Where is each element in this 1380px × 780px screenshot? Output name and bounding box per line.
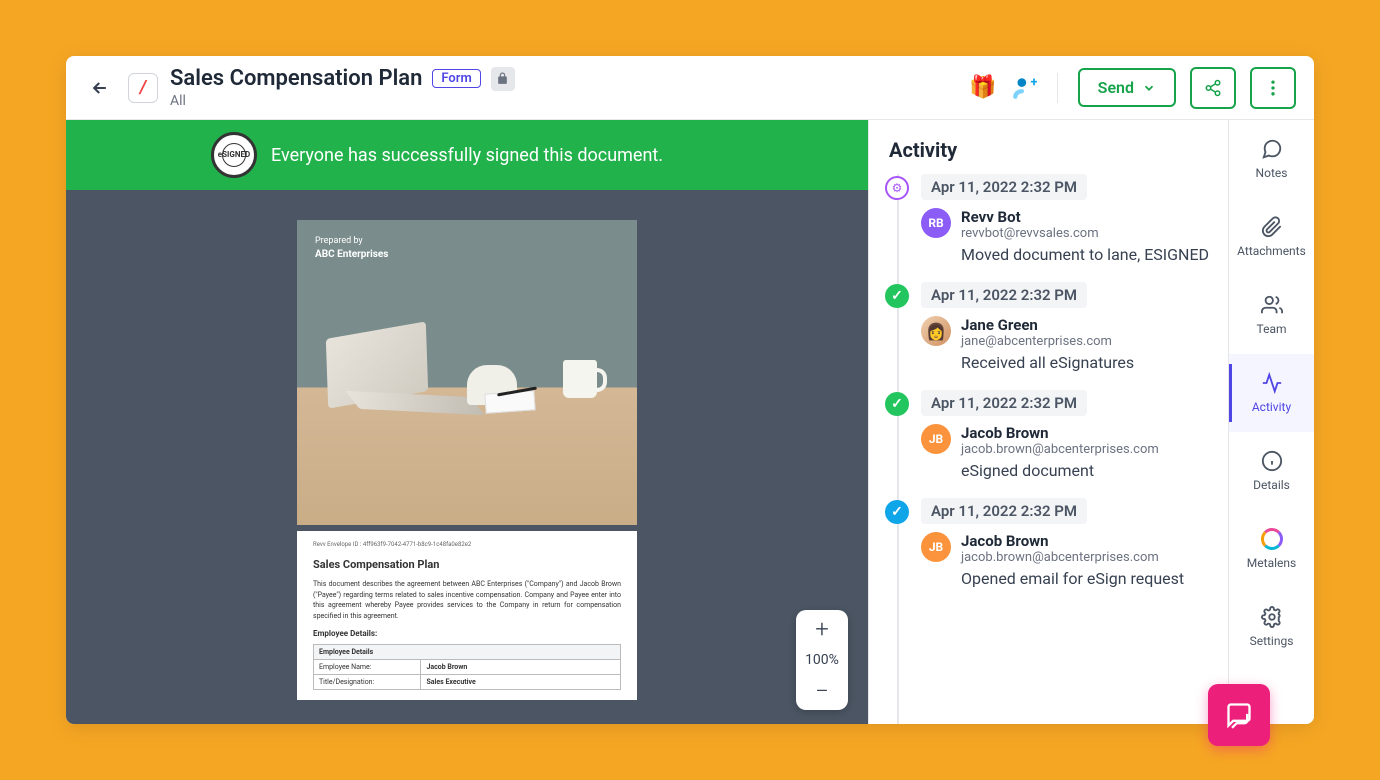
- event-user-email: jane@abcenterprises.com: [961, 334, 1214, 349]
- rail-label: Attachments: [1237, 244, 1306, 258]
- document-area: eSIGNED Everyone has successfully signed…: [66, 120, 868, 724]
- event-user-email: jacob.brown@abcenterprises.com: [961, 442, 1214, 457]
- header-right: 🎁 + Send: [969, 67, 1296, 109]
- title-group: Sales Compensation Plan Form All: [170, 66, 957, 109]
- envelope-id: Revv Envelope ID : 4ff963f9-7042-4771-b8…: [313, 541, 621, 548]
- right-rail: Notes Attachments Team Activity: [1228, 120, 1314, 724]
- add-user-icon[interactable]: +: [1011, 75, 1037, 101]
- rail-label: Activity: [1252, 400, 1291, 414]
- laptop-illustration: [327, 330, 467, 420]
- chat-button[interactable]: [1208, 684, 1270, 724]
- event-time: Apr 11, 2022 2:32 PM: [921, 390, 1087, 416]
- employee-table: Employee Details Employee Name: Jacob Br…: [313, 644, 621, 690]
- app-logo: /: [128, 73, 158, 103]
- info-icon: [1261, 450, 1283, 472]
- employee-details-label: Employee Details:: [313, 629, 621, 638]
- event-description: Opened email for eSign request: [961, 569, 1214, 588]
- event-user-email: jacob.brown@abcenterprises.com: [961, 550, 1214, 565]
- esign-stamp-icon: eSIGNED: [211, 132, 257, 178]
- event-time: Apr 11, 2022 2:32 PM: [921, 174, 1087, 200]
- document-viewport[interactable]: Prepared by ABC Enterprises Revv Envelop…: [66, 190, 868, 724]
- notes-icon: [1261, 138, 1283, 160]
- event-description: Moved document to lane, ESIGNED: [961, 245, 1214, 264]
- banner-message: Everyone has successfully signed this do…: [271, 145, 663, 166]
- activity-event: ⚙ Apr 11, 2022 2:32 PM RB Revv Bot revvb…: [883, 174, 1214, 264]
- activity-event: ✓ Apr 11, 2022 2:32 PM JB Jacob Brown ja…: [883, 390, 1214, 480]
- send-label: Send: [1098, 78, 1134, 97]
- event-time: Apr 11, 2022 2:32 PM: [921, 282, 1087, 308]
- rail-label: Details: [1253, 478, 1290, 492]
- zoom-level: 100%: [805, 648, 839, 672]
- activity-panel: Activity ⚙ Apr 11, 2022 2:32 PM RB Revv …: [868, 120, 1228, 724]
- event-user-name: Jane Green: [961, 316, 1214, 334]
- rail-item-activity[interactable]: Activity: [1229, 354, 1314, 432]
- event-user-name: Revv Bot: [961, 208, 1214, 226]
- table-row: Employee Name: Jacob Brown: [314, 660, 621, 675]
- activity-timeline[interactable]: ⚙ Apr 11, 2022 2:32 PM RB Revv Bot revvb…: [869, 174, 1228, 724]
- event-user-name: Jacob Brown: [961, 424, 1214, 442]
- activity-icon: [1261, 372, 1283, 394]
- event-time: Apr 11, 2022 2:32 PM: [921, 498, 1087, 524]
- more-button[interactable]: [1250, 67, 1296, 109]
- team-icon: [1261, 294, 1283, 316]
- rail-label: Team: [1257, 322, 1287, 336]
- table-header: Employee Details: [314, 645, 621, 660]
- divider: [1057, 73, 1058, 103]
- activity-event: ✓ Apr 11, 2022 2:32 PM JB Jacob Brown ja…: [883, 498, 1214, 588]
- metalens-icon: [1261, 528, 1283, 550]
- avatar: RB: [921, 208, 951, 238]
- activity-title: Activity: [869, 120, 1228, 174]
- page-1: Prepared by ABC Enterprises: [297, 220, 637, 525]
- check-icon: ✓: [885, 392, 909, 416]
- success-banner: eSIGNED Everyone has successfully signed…: [66, 120, 868, 190]
- rail-label: Metalens: [1247, 556, 1296, 570]
- document-title: Sales Compensation Plan: [170, 66, 422, 91]
- attachment-icon: [1261, 216, 1283, 238]
- activity-event: ✓ Apr 11, 2022 2:32 PM 👩 Jane Green jane…: [883, 282, 1214, 372]
- zoom-in-button[interactable]: +: [796, 610, 848, 648]
- table-row: Title/Designation: Sales Executive: [314, 675, 621, 690]
- back-button[interactable]: [84, 72, 116, 104]
- avatar: JB: [921, 424, 951, 454]
- check-icon: ✓: [885, 284, 909, 308]
- svg-text:+: +: [1030, 75, 1037, 90]
- app-root: / Sales Compensation Plan Form All 🎁 + S…: [66, 56, 1314, 724]
- gear-icon: ⚙: [885, 176, 909, 200]
- page-2: Revv Envelope ID : 4ff963f9-7042-4771-b8…: [297, 531, 637, 700]
- rail-item-metalens[interactable]: Metalens: [1229, 510, 1314, 588]
- event-description: Received all eSignatures: [961, 353, 1214, 372]
- send-button[interactable]: Send: [1078, 68, 1176, 107]
- gift-icon[interactable]: 🎁: [969, 75, 996, 100]
- avatar: 👩: [921, 316, 951, 346]
- zoom-out-button[interactable]: −: [796, 672, 848, 710]
- cup-illustration: [563, 360, 597, 398]
- rail-item-attachments[interactable]: Attachments: [1229, 198, 1314, 276]
- zoom-control: + 100% −: [796, 610, 848, 710]
- rail-item-team[interactable]: Team: [1229, 276, 1314, 354]
- lock-icon: [491, 67, 515, 91]
- rail-item-settings[interactable]: Settings: [1229, 588, 1314, 666]
- pages: Prepared by ABC Enterprises Revv Envelop…: [297, 220, 637, 724]
- share-button[interactable]: [1190, 67, 1236, 109]
- page2-title: Sales Compensation Plan: [313, 558, 621, 571]
- rail-item-notes[interactable]: Notes: [1229, 120, 1314, 198]
- subtitle: All: [170, 93, 957, 109]
- avatar: JB: [921, 532, 951, 562]
- settings-icon: [1261, 606, 1283, 628]
- rail-item-details[interactable]: Details: [1229, 432, 1314, 510]
- rail-label: Notes: [1256, 166, 1288, 180]
- body: eSIGNED Everyone has successfully signed…: [66, 120, 1314, 724]
- header: / Sales Compensation Plan Form All 🎁 + S…: [66, 56, 1314, 120]
- rail-label: Settings: [1250, 634, 1294, 648]
- form-badge: Form: [432, 69, 480, 88]
- page2-body: This document describes the agreement be…: [313, 579, 621, 621]
- event-user-name: Jacob Brown: [961, 532, 1214, 550]
- page1-header: Prepared by ABC Enterprises: [315, 236, 388, 260]
- check-icon: ✓: [885, 500, 909, 524]
- event-description: eSigned document: [961, 461, 1214, 480]
- event-user-email: revvbot@revvsales.com: [961, 226, 1214, 241]
